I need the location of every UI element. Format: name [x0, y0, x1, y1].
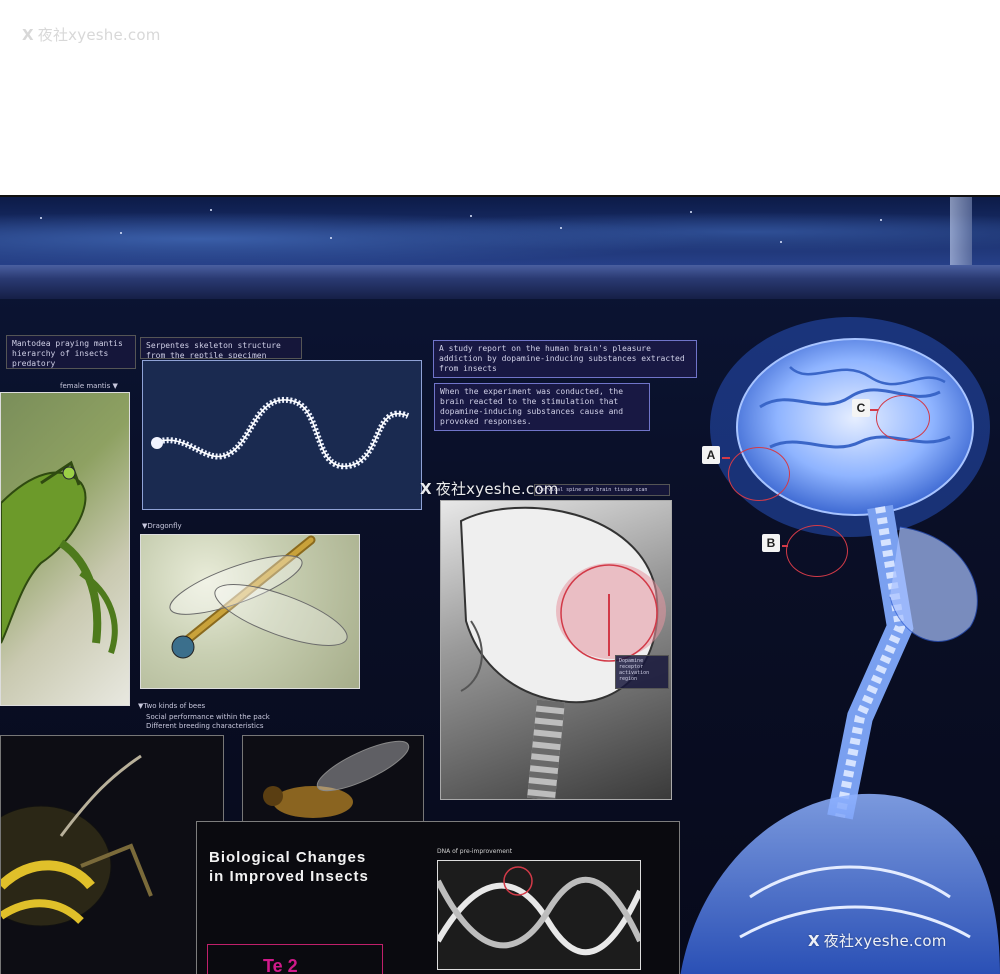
dragonfly-illustration: [169, 535, 348, 659]
callout-a-line: [722, 457, 730, 459]
snake-skeleton-illustration: [151, 396, 410, 470]
snake-info-box: Serpentes skeleton structure from the re…: [140, 337, 302, 359]
wasp-illustration: [1, 754, 153, 927]
dragonfly-image: [140, 534, 360, 689]
magenta-label-text: Te 2: [263, 956, 298, 974]
night-sky-window: [0, 197, 1000, 267]
bio-title-line2: in Improved Insects: [209, 868, 369, 885]
star: [690, 211, 692, 213]
bees-caption-line1: Social performance within the pack: [146, 713, 270, 721]
callout-c-badge: C: [852, 399, 870, 417]
callout-b-line: [782, 545, 788, 547]
bio-title-line1: Biological Changes: [209, 849, 367, 866]
bee-illustration: [263, 740, 410, 818]
region-c-ring: [876, 395, 930, 441]
watermark-top: X 夜社xyeshe.com: [22, 24, 161, 45]
dna-helix-illustration: [438, 866, 640, 956]
watermark-x-icon: X: [22, 26, 34, 44]
callout-a-badge: A: [702, 446, 720, 464]
star: [330, 237, 332, 239]
bees-caption-line2: Different breeding characteristics: [146, 722, 264, 730]
watermark-bottom: X 夜社xyeshe.com: [808, 930, 947, 951]
skull-jaw: [889, 526, 978, 642]
female-mantis-caption: female mantis ▼: [60, 382, 118, 390]
star: [880, 219, 882, 221]
star: [780, 241, 782, 243]
wasp-image: [0, 735, 224, 974]
window-frame: [950, 197, 972, 267]
star: [120, 232, 122, 234]
watermark-text: 夜社xyeshe.com: [823, 932, 947, 950]
watermark-x-icon: X: [420, 480, 432, 498]
dragonfly-caption: ▼Dragonfly: [142, 522, 182, 530]
callout-c-line: [870, 409, 878, 411]
snake-skeleton-image: [142, 360, 422, 510]
region-a-ring: [728, 447, 790, 501]
star: [560, 227, 562, 229]
dna-caption: DNA of pre-improvement: [437, 848, 513, 855]
mantis-image: [0, 392, 130, 706]
mantis-info-box: Mantodea praying mantis hierarchy of ins…: [6, 335, 136, 369]
region-b-ring: [786, 525, 848, 577]
star: [40, 217, 42, 219]
watermark-text: 夜社xyeshe.com: [435, 480, 559, 498]
dna-image: [437, 860, 641, 970]
bee-image: [242, 735, 424, 823]
window-ledge: [0, 265, 1000, 299]
watermark-text: 夜社xyeshe.com: [37, 26, 161, 44]
bio-panel-title: Biological Changes in Improved Insects: [209, 848, 369, 886]
callout-b-badge: B: [762, 534, 780, 552]
biological-changes-panel: Biological Changes in Improved Insects D…: [196, 821, 680, 974]
watermark-x-icon: X: [808, 932, 820, 950]
star: [210, 209, 212, 211]
bees-caption-title: ▼Two kinds of bees: [138, 702, 206, 710]
mantis-illustration: [1, 460, 118, 654]
star: [470, 215, 472, 217]
watermark-middle: X 夜社xyeshe.com: [420, 478, 559, 499]
lab-display-panel: Mantodea praying mantis hierarchy of ins…: [0, 195, 1000, 974]
